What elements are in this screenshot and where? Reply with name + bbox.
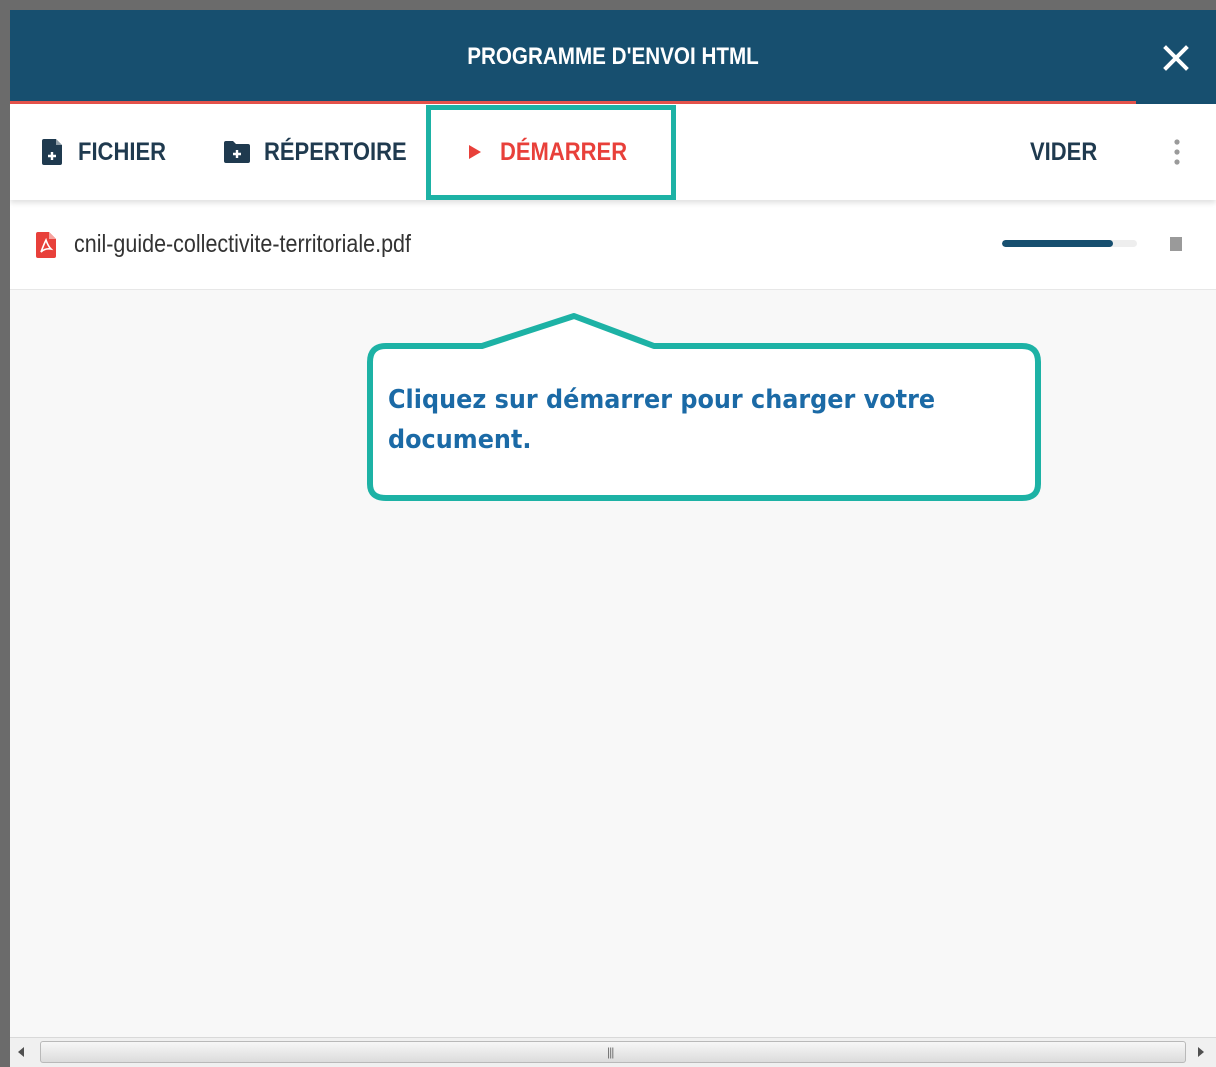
close-icon bbox=[1163, 45, 1189, 71]
file-stop-button[interactable] bbox=[1170, 237, 1182, 251]
dialog-header: PROGRAMME D'ENVOI HTML bbox=[10, 10, 1216, 104]
close-button[interactable] bbox=[1158, 40, 1194, 76]
folder-add-icon bbox=[224, 141, 250, 163]
file-list: cnil-guide-collectivite-territoriale.pdf bbox=[10, 200, 1216, 290]
upload-dialog: PROGRAMME D'ENVOI HTML FICHIER RÉPERTOIR… bbox=[10, 10, 1216, 1067]
add-file-button[interactable]: FICHIER bbox=[42, 104, 178, 200]
horizontal-scrollbar[interactable]: ||| bbox=[10, 1037, 1216, 1067]
add-directory-button[interactable]: RÉPERTOIRE bbox=[224, 104, 426, 200]
file-add-icon bbox=[42, 139, 64, 165]
scroll-left-icon[interactable] bbox=[18, 1047, 24, 1057]
clear-button[interactable]: VIDER bbox=[1030, 104, 1106, 200]
list-item: cnil-guide-collectivite-territoriale.pdf bbox=[10, 200, 1216, 290]
more-options-button[interactable] bbox=[1170, 104, 1184, 200]
more-vertical-icon bbox=[1174, 139, 1180, 165]
add-file-label: FICHIER bbox=[78, 137, 166, 166]
callout-text: Cliquez sur démarrer pour charger votre … bbox=[388, 385, 936, 455]
file-name: cnil-guide-collectivite-territoriale.pdf bbox=[74, 230, 411, 258]
scrollbar-thumb[interactable]: ||| bbox=[40, 1041, 1186, 1063]
grip-icon: ||| bbox=[607, 1045, 614, 1059]
upload-progress-fill bbox=[1002, 240, 1113, 247]
start-button-highlight bbox=[426, 105, 676, 200]
upload-progress-bar bbox=[1002, 240, 1137, 247]
pdf-icon bbox=[36, 232, 56, 263]
dialog-title: PROGRAMME D'ENVOI HTML bbox=[467, 43, 759, 70]
clear-label: VIDER bbox=[1030, 137, 1098, 166]
add-directory-label: RÉPERTOIRE bbox=[264, 137, 407, 166]
scroll-right-icon[interactable] bbox=[1198, 1047, 1204, 1057]
